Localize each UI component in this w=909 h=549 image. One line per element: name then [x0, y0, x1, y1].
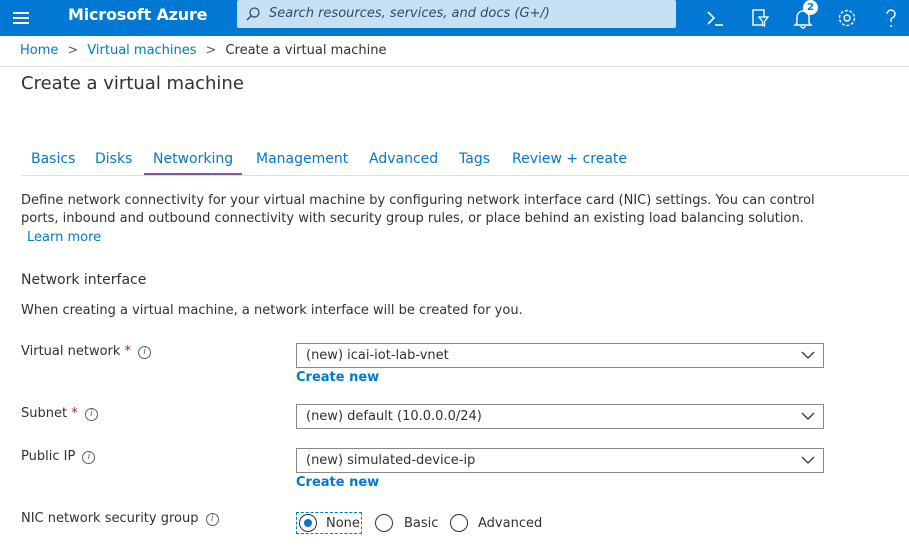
breadcrumb-home[interactable]: Home [20, 43, 58, 58]
tab-basics[interactable]: Basics [31, 151, 75, 167]
search-box[interactable]: Search resources, services, and docs (G+… [237, 0, 676, 28]
networking-description: Define network connectivity for your vir… [21, 193, 815, 226]
tab-disks[interactable]: Disks [95, 151, 132, 167]
tab-review-create[interactable]: Review + create [512, 151, 627, 167]
breadcrumb: Home > Virtual machines > Create a virtual m… [20, 43, 386, 58]
search-placeholder: Search resources, services, and docs (G+… [269, 6, 550, 21]
virtual-network-select[interactable]: (new) icai-iot-lab-vnet [296, 343, 824, 368]
virtual-network-label-text: Virtual network [21, 344, 121, 359]
nsg-option-none-label: None [326, 516, 360, 531]
tab-networking[interactable]: Networking [153, 151, 233, 167]
breadcrumb-separator: > [67, 43, 79, 58]
tab-divider [21, 175, 909, 176]
virtual-network-value: (new) icai-iot-lab-vnet [306, 348, 449, 363]
search-icon [246, 7, 260, 21]
public-ip-label: Public IP i [21, 449, 96, 464]
tab-tags[interactable]: Tags [459, 151, 490, 167]
tab-advanced[interactable]: Advanced [369, 151, 438, 167]
info-icon[interactable]: i [138, 346, 152, 359]
breadcrumb-current: Create a virtual machine [225, 43, 387, 58]
radio-unselected-icon[interactable] [375, 514, 393, 532]
learn-more-link[interactable]: Learn more [27, 230, 101, 245]
info-icon[interactable]: i [84, 408, 98, 421]
chevron-down-icon [801, 412, 815, 420]
public-ip-select[interactable]: (new) simulated-device-ip [296, 448, 824, 473]
radio-selected-icon[interactable] [299, 514, 317, 532]
nic-nsg-label-text: NIC network security group [21, 511, 199, 526]
menu-icon[interactable] [8, 4, 36, 32]
brand-title[interactable]: Microsoft Azure [68, 5, 208, 24]
public-ip-label-text: Public IP [21, 449, 76, 464]
page-title: Create a virtual machine [21, 73, 244, 94]
top-bar: Microsoft Azure Search resources, servic… [0, 0, 909, 36]
help-icon[interactable] [877, 4, 905, 32]
subnet-label: Subnet * i [21, 406, 98, 421]
section-title-network-interface: Network interface [21, 272, 147, 288]
nic-nsg-label: NIC network security group i [21, 511, 219, 526]
header-divider [0, 66, 909, 67]
public-ip-value: (new) simulated-device-ip [306, 453, 476, 468]
notification-badge: 2 [803, 0, 818, 15]
subnet-label-text: Subnet [21, 406, 68, 421]
virtual-network-label: Virtual network * i [21, 344, 152, 359]
create-new-virtual-network-link[interactable]: Create new [296, 370, 379, 385]
radio-unselected-icon[interactable] [450, 514, 468, 532]
directory-filter-icon[interactable] [746, 4, 774, 32]
breadcrumb-separator: > [205, 43, 217, 58]
chevron-down-icon [801, 456, 815, 464]
breadcrumb-virtual-machines[interactable]: Virtual machines [87, 43, 196, 58]
subnet-select[interactable]: (new) default (10.0.0.0/24) [296, 404, 824, 429]
required-marker: * [124, 344, 132, 359]
nsg-option-advanced-label: Advanced [478, 516, 543, 531]
section-description: When creating a virtual machine, a netwo… [21, 303, 523, 318]
chevron-down-icon [801, 351, 815, 359]
subnet-value: (new) default (10.0.0.0/24) [306, 409, 482, 424]
info-icon[interactable]: i [82, 451, 96, 464]
create-new-public-ip-link[interactable]: Create new [296, 475, 379, 490]
nsg-option-basic-label: Basic [404, 516, 439, 531]
info-icon[interactable]: i [205, 513, 219, 526]
cloud-shell-icon[interactable] [702, 4, 730, 32]
settings-icon[interactable] [833, 4, 861, 32]
required-marker: * [71, 406, 78, 421]
tab-management[interactable]: Management [256, 151, 348, 167]
